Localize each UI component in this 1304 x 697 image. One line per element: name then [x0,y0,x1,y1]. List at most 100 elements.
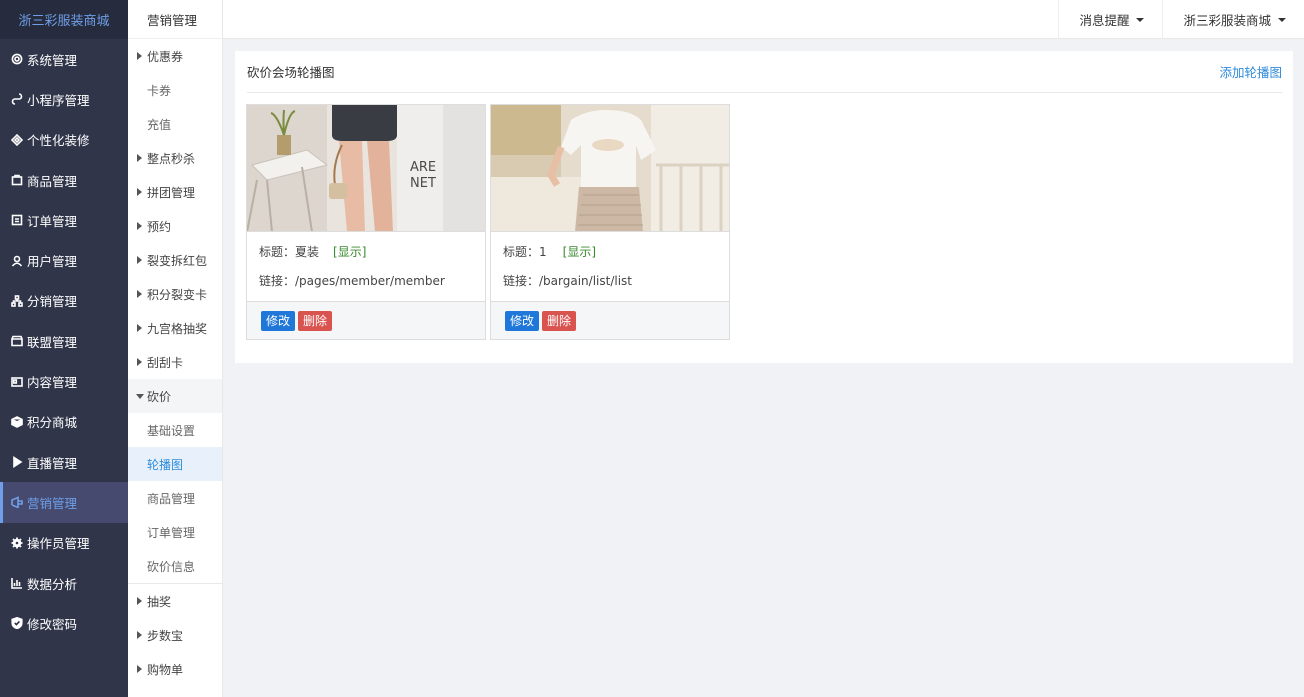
sidebar-item-distribution[interactable]: 分销管理 [0,281,128,321]
image-text-net: NET [410,176,436,191]
top-bar: 消息提醒 浙三彩服装商城 [223,0,1304,39]
points-icon [10,415,24,429]
subnav-item-reservation[interactable]: 预约 [128,209,222,243]
caret-right-icon [137,222,142,230]
card-link-row: 链接： /bargain/list/list [491,266,729,295]
caret-right-icon [137,358,142,366]
carousel-card: 标题： 1 [显示] 链接： /bargain/list/list 修改 删除 [490,104,730,340]
edit-button[interactable]: 修改 [261,310,296,331]
subnav-label: 砍价 [147,389,172,404]
content-icon [10,375,24,389]
subnav-item-bargain-orders[interactable]: 订单管理 [128,515,222,549]
caret-right-icon [137,597,142,605]
title-value: 夏装 [295,245,320,259]
title-value: 1 [539,244,547,259]
sub-sidebar: 营销管理 优惠券 卡券 充值 整点秒杀 拼团管理 预约 裂变拆红包 积分裂变卡 … [128,0,223,697]
carousel-image: ARE NET [247,105,485,232]
subnav-item-bargain[interactable]: 砍价 [128,379,222,413]
sidebar-item-miniprogram[interactable]: 小程序管理 [0,79,128,119]
caret-right-icon [137,290,142,298]
account-dropdown[interactable]: 浙三彩服装商城 [1162,0,1304,39]
sidebar-item-alliance[interactable]: 联盟管理 [0,321,128,361]
sidebar-item-label: 个性化装修 [27,133,90,149]
image-text-are: ARE [410,160,436,175]
subnav-item-carousel[interactable]: 轮播图 [128,447,222,481]
alliance-icon [10,334,24,348]
sidebar-item-analytics[interactable]: 数据分析 [0,563,128,603]
messages-label: 消息提醒 [1079,13,1130,28]
sidebar-item-label: 内容管理 [27,375,78,391]
sidebar-item-marketing[interactable]: 营销管理 [0,482,128,523]
sidebar-item-password[interactable]: 修改密码 [0,603,128,643]
sidebar-item-operator[interactable]: 操作员管理 [0,523,128,563]
panel-header: 砍价会场轮播图 添加轮播图 [247,51,1282,93]
caret-down-icon [136,394,144,399]
subnav-item-step-counter[interactable]: 步数宝 [128,618,222,652]
sidebar-item-user[interactable]: 用户管理 [0,240,128,280]
subnav-item-flash-sale[interactable]: 整点秒杀 [128,141,222,175]
subnav-label: 九宫格抽奖 [147,321,208,336]
sidebar-item-label: 营销管理 [27,495,78,511]
subnav-item-points-card[interactable]: 积分裂变卡 [128,277,222,311]
subnav-item-recharge[interactable]: 充值 [128,107,222,141]
play-icon [10,455,24,469]
sidebar-item-points[interactable]: 积分商城 [0,402,128,442]
summer-outfit-photo: ARE NET [247,105,485,231]
sidebar-item-label: 直播管理 [27,455,78,471]
delete-button[interactable]: 删除 [298,310,333,331]
subnav-label: 卡券 [147,83,172,98]
card-actions: 修改 删除 [247,301,485,339]
caret-right-icon [137,631,142,639]
link-label: 链接： [503,274,540,288]
subnav-item-lottery-grid[interactable]: 九宫格抽奖 [128,311,222,345]
delete-button[interactable]: 删除 [542,310,577,331]
brand-logo[interactable]: 浙三彩服装商城 [0,0,128,39]
main-sidebar: 浙三彩服装商城 系统管理 小程序管理 个性化装修 商品管理 订单管理 用户管理 … [0,0,128,697]
caret-down-icon [1278,17,1286,22]
sidebar-item-decoration[interactable]: 个性化装修 [0,120,128,160]
link-value: /pages/member/member [295,273,445,288]
subnav-item-card[interactable]: 卡券 [128,73,222,107]
sidebar-item-content[interactable]: 内容管理 [0,361,128,401]
subnav-item-coupon[interactable]: 优惠券 [128,39,222,73]
user-icon [10,254,24,268]
subnav-label: 轮播图 [147,457,184,472]
subnav-label: 购物单 [147,662,184,677]
subnav-item-bargain-info[interactable]: 砍价信息 [128,549,222,583]
subnav-label: 预约 [147,219,172,234]
subnav-label: 优惠券 [147,49,184,64]
sidebar-item-live[interactable]: 直播管理 [0,442,128,482]
messages-dropdown[interactable]: 消息提醒 [1058,0,1162,39]
caret-right-icon [137,324,142,332]
sidebar-item-system[interactable]: 系统管理 [0,39,128,79]
decoration-icon [10,133,24,147]
link-label: 链接： [259,274,296,288]
subnav-item-bargain-settings[interactable]: 基础设置 [128,413,222,447]
tshirt-outfit-photo [491,105,729,231]
subnav-item-group-buy[interactable]: 拼团管理 [128,175,222,209]
sidebar-item-product[interactable]: 商品管理 [0,160,128,200]
subnav-item-red-packet[interactable]: 裂变拆红包 [128,243,222,277]
title-label: 标题： [259,245,296,259]
miniprogram-icon [10,92,24,106]
sidebar-item-label: 系统管理 [27,52,78,68]
caret-down-icon [1136,17,1145,22]
edit-button[interactable]: 修改 [505,310,540,331]
sidebar-item-label: 分销管理 [27,294,78,310]
sidebar-item-label: 积分商城 [27,415,78,431]
caret-right-icon [137,256,142,264]
link-value: /bargain/list/list [539,273,632,288]
add-carousel-link[interactable]: 添加轮播图 [1219,62,1282,81]
subnav-item-shopping-list[interactable]: 购物单 [128,652,222,686]
subnav-item-scratch-card[interactable]: 刮刮卡 [128,345,222,379]
marketing-icon [10,495,24,509]
chart-icon [10,576,24,590]
subnav-title: 营销管理 [128,0,222,39]
card-link-row: 链接： /pages/member/member [247,266,485,295]
subnav-item-lottery[interactable]: 抽奖 [128,584,222,618]
status-badge: [显示] [333,245,367,259]
distribution-icon [10,294,24,308]
sidebar-item-label: 商品管理 [27,173,78,189]
subnav-item-bargain-products[interactable]: 商品管理 [128,481,222,515]
sidebar-item-order[interactable]: 订单管理 [0,200,128,240]
